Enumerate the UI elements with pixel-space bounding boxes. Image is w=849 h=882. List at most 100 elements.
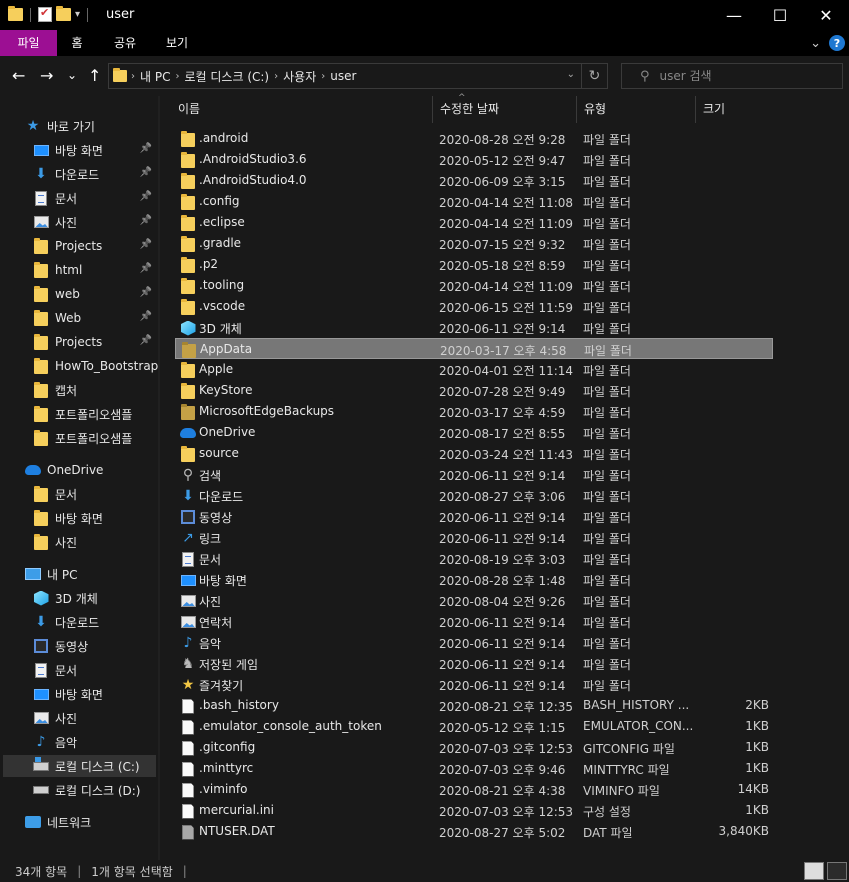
file-row[interactable]: ★ 즐겨찾기 2020-06-11 오전 9:14 파일 폴더: [175, 674, 773, 695]
sidebar-item[interactable]: 포트폴리오샘플: [0, 427, 158, 449]
sidebar-item[interactable]: 로컬 디스크 (D:): [0, 779, 158, 801]
forward-button[interactable]: →: [40, 66, 53, 85]
file-row[interactable]: .AndroidStudio4.0 2020-06-09 오후 3:15 파일 폴더: [175, 170, 773, 191]
breadcrumb-users[interactable]: 사용자: [283, 68, 316, 85]
sidebar-item[interactable]: Projects 📌: [0, 235, 158, 257]
sidebar-item[interactable]: web 📌: [0, 283, 158, 305]
sidebar-item[interactable]: 바탕 화면 📌: [0, 139, 158, 161]
file-row[interactable]: .eclipse 2020-04-14 오전 11:09 파일 폴더: [175, 212, 773, 233]
sidebar-item[interactable]: 사진 📌: [0, 211, 158, 233]
column-header-type[interactable]: 유형: [577, 96, 696, 123]
file-row[interactable]: .emulator_console_auth_token 2020-05-12 오…: [175, 716, 773, 737]
sidebar-item[interactable]: Web 📌: [0, 307, 158, 329]
sidebar-item[interactable]: ♪ 음악: [0, 731, 158, 753]
file-row[interactable]: .config 2020-04-14 오전 11:08 파일 폴더: [175, 191, 773, 212]
file-row[interactable]: 사진 2020-08-04 오전 9:26 파일 폴더: [175, 590, 773, 611]
customize-toolbar-dropdown[interactable]: ▾: [75, 9, 80, 20]
file-row[interactable]: ↗ 링크 2020-06-11 오전 9:14 파일 폴더: [175, 527, 773, 548]
file-row[interactable]: MicrosoftEdgeBackups 2020-03-17 오후 4:59 파일…: [175, 401, 773, 422]
sidebar-item[interactable]: 사진: [0, 531, 158, 553]
breadcrumb-user[interactable]: user: [330, 69, 356, 83]
chevron-right-icon[interactable]: ›: [274, 71, 278, 82]
sidebar-item[interactable]: 문서: [0, 659, 158, 681]
sidebar-item[interactable]: Projects 📌: [0, 331, 158, 353]
sidebar-item[interactable]: ★ 바로 가기: [0, 115, 158, 137]
file-row[interactable]: 바탕 화면 2020-08-28 오후 1:48 파일 폴더: [175, 569, 773, 590]
file-name: KeyStore: [199, 383, 253, 397]
back-button[interactable]: ←: [12, 66, 25, 85]
file-row[interactable]: mercurial.ini 2020-07-03 오후 12:53 구성 설정 1KB: [175, 800, 773, 821]
file-row[interactable]: ♪ 음악 2020-06-11 오전 9:14 파일 폴더: [175, 632, 773, 653]
sidebar-item[interactable]: HowTo_Bootstrap: [0, 355, 158, 377]
file-row[interactable]: .bash_history 2020-08-21 오후 12:35 BASH_HIS…: [175, 695, 773, 716]
sidebar-item[interactable]: 포트폴리오샘플: [0, 403, 158, 425]
file-row[interactable]: .gitconfig 2020-07-03 오후 12:53 GITCONFIG 파…: [175, 737, 773, 758]
file-row[interactable]: .viminfo 2020-08-21 오후 4:38 VIMINFO 파일 14KB: [175, 779, 773, 800]
breadcrumb-local-disk[interactable]: 로컬 디스크 (C:): [184, 68, 269, 85]
new-folder-icon[interactable]: [56, 6, 71, 21]
minimize-button[interactable]: —: [711, 0, 757, 30]
file-row[interactable]: .AndroidStudio3.6 2020-05-12 오전 9:47 파일 폴더: [175, 149, 773, 170]
help-icon[interactable]: ?: [829, 35, 845, 51]
close-button[interactable]: ✕: [803, 0, 849, 30]
sidebar-item[interactable]: 바탕 화면: [0, 683, 158, 705]
search-box[interactable]: ⚲: [621, 63, 843, 89]
file-row[interactable]: 연락처 2020-06-11 오전 9:14 파일 폴더: [175, 611, 773, 632]
details-view-button[interactable]: [804, 862, 824, 880]
maximize-button[interactable]: ☐: [757, 0, 803, 30]
file-row[interactable]: 문서 2020-08-19 오후 3:03 파일 폴더: [175, 548, 773, 569]
search-input[interactable]: [659, 69, 830, 83]
sidebar-item[interactable]: 로컬 디스크 (C:): [3, 755, 156, 777]
address-bar[interactable]: › 내 PC › 로컬 디스크 (C:) › 사용자 › user ⌄ ↻: [108, 63, 608, 89]
address-dropdown[interactable]: ⌄: [567, 69, 575, 80]
large-icons-view-button[interactable]: [827, 862, 847, 880]
column-header-name[interactable]: 이름: [171, 96, 433, 123]
pane-divider[interactable]: [158, 96, 160, 860]
tab-view[interactable]: 보기: [152, 30, 202, 56]
file-row[interactable]: Apple 2020-04-01 오전 11:14 파일 폴더: [175, 359, 773, 380]
chevron-right-icon[interactable]: ›: [175, 71, 179, 82]
chevron-right-icon[interactable]: ›: [321, 71, 325, 82]
file-row[interactable]: ⬇ 다운로드 2020-08-27 오후 3:06 파일 폴더: [175, 485, 773, 506]
file-row[interactable]: KeyStore 2020-07-28 오전 9:49 파일 폴더: [175, 380, 773, 401]
file-row[interactable]: AppData 2020-03-17 오후 4:58 파일 폴더: [175, 338, 773, 359]
recent-locations-dropdown[interactable]: ⌄: [67, 68, 77, 82]
file-row[interactable]: .android 2020-08-28 오전 9:28 파일 폴더: [175, 128, 773, 149]
file-row[interactable]: ⚲ 검색 2020-06-11 오전 9:14 파일 폴더: [175, 464, 773, 485]
column-header-modified[interactable]: 수정한 날짜: [433, 96, 577, 123]
breadcrumb-this-pc[interactable]: 내 PC: [140, 68, 170, 85]
sidebar-item[interactable]: 사진: [0, 707, 158, 729]
chevron-right-icon[interactable]: ›: [131, 71, 135, 82]
tab-home[interactable]: 홈: [57, 30, 97, 56]
expand-ribbon-icon[interactable]: ⌄: [810, 36, 821, 51]
file-row[interactable]: .minttyrc 2020-07-03 오후 9:46 MINTTYRC 파일 1K…: [175, 758, 773, 779]
sidebar-item[interactable]: OneDrive: [0, 459, 158, 481]
file-row[interactable]: OneDrive 2020-08-17 오전 8:55 파일 폴더: [175, 422, 773, 443]
sidebar-item[interactable]: 캡처: [0, 379, 158, 401]
sidebar-item[interactable]: 3D 개체: [0, 587, 158, 609]
tab-file[interactable]: 파일: [0, 30, 57, 56]
up-button[interactable]: ↑: [88, 66, 101, 85]
file-row[interactable]: 동영상 2020-06-11 오전 9:14 파일 폴더: [175, 506, 773, 527]
sidebar-item[interactable]: 네트워크: [0, 811, 158, 833]
file-row[interactable]: source 2020-03-24 오전 11:43 파일 폴더: [175, 443, 773, 464]
column-header-size[interactable]: 크기: [696, 96, 796, 123]
sidebar-item[interactable]: 문서 📌: [0, 187, 158, 209]
sidebar-item[interactable]: 동영상: [0, 635, 158, 657]
file-row[interactable]: .vscode 2020-06-15 오전 11:59 파일 폴더: [175, 296, 773, 317]
tab-share[interactable]: 공유: [99, 30, 151, 56]
properties-icon[interactable]: [38, 6, 52, 22]
sidebar-item[interactable]: html 📌: [0, 259, 158, 281]
sidebar-item[interactable]: ⬇ 다운로드 📌: [0, 163, 158, 185]
sidebar-item[interactable]: 문서: [0, 483, 158, 505]
refresh-button[interactable]: ↻: [581, 64, 607, 88]
file-row[interactable]: .tooling 2020-04-14 오전 11:09 파일 폴더: [175, 275, 773, 296]
sidebar-item[interactable]: 내 PC: [0, 563, 158, 585]
sidebar-item[interactable]: 바탕 화면: [0, 507, 158, 529]
file-row[interactable]: NTUSER.DAT 2020-08-27 오후 5:02 DAT 파일 3,840K…: [175, 821, 773, 842]
file-row[interactable]: 3D 개체 2020-06-11 오전 9:14 파일 폴더: [175, 317, 773, 338]
file-row[interactable]: ♞ 저장된 게임 2020-06-11 오전 9:14 파일 폴더: [175, 653, 773, 674]
file-row[interactable]: .p2 2020-05-18 오전 8:59 파일 폴더: [175, 254, 773, 275]
file-row[interactable]: .gradle 2020-07-15 오전 9:32 파일 폴더: [175, 233, 773, 254]
sidebar-item[interactable]: ⬇ 다운로드: [0, 611, 158, 633]
